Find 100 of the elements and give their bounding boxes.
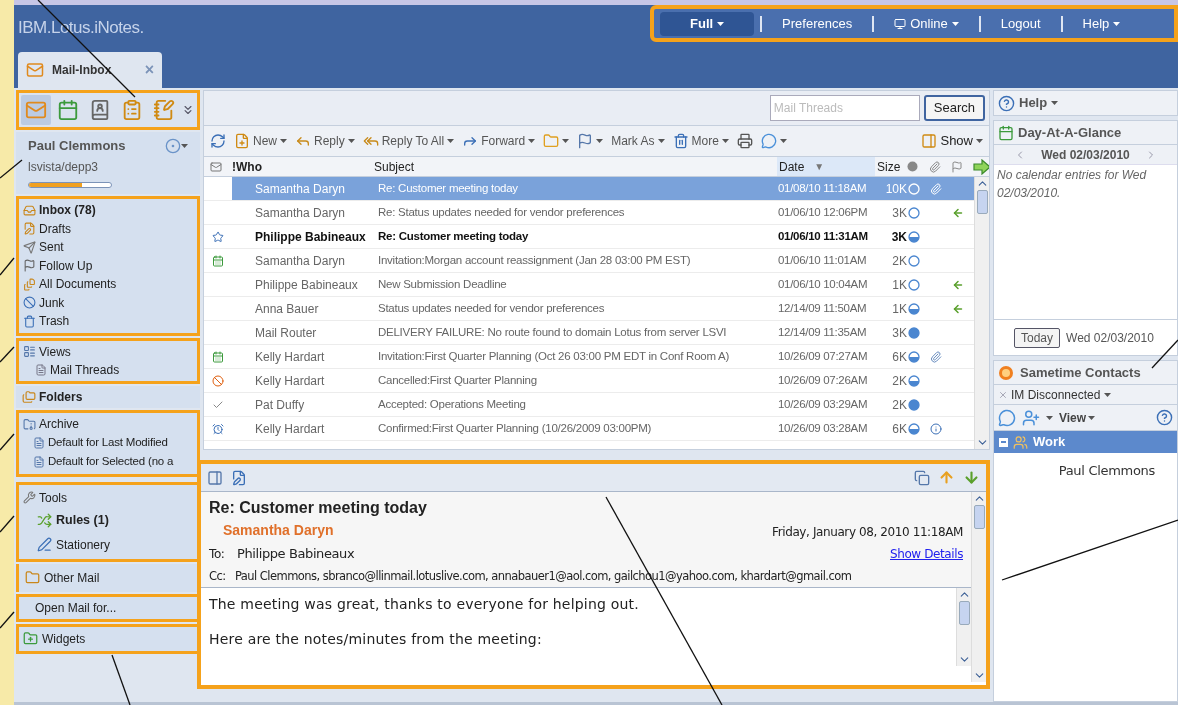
toolbar-button[interactable]: Reply <box>295 130 355 152</box>
search-button[interactable]: Search <box>923 95 985 121</box>
toolbar-button[interactable]: More <box>672 130 729 152</box>
leader-line <box>0 611 15 629</box>
tools-item[interactable]: Tools <box>23 488 193 507</box>
column-header[interactable]: Date ▼ <box>777 157 875 176</box>
archive-view-item[interactable]: Default for Last Modified <box>23 433 193 453</box>
scrollbar[interactable] <box>974 177 989 449</box>
column-header[interactable]: !Who <box>232 157 374 176</box>
view-menu[interactable]: View <box>1059 408 1096 427</box>
contact-name[interactable]: Paul Clemmons <box>994 453 1177 481</box>
subject-cell-text: Invitation:Morgan account reassignment (Jan 28 03:00 PM EST) <box>377 252 692 268</box>
contact-group[interactable]: Work <box>994 431 1177 453</box>
mail-icon <box>25 99 47 121</box>
column-header[interactable]: Size <box>875 157 907 176</box>
scroll-thumb[interactable] <box>976 190 988 214</box>
refresh-icon <box>210 133 226 149</box>
sent-icon <box>23 240 36 254</box>
status-icon[interactable] <box>165 137 181 154</box>
printer-icon <box>736 133 753 149</box>
cancelled-icon <box>212 374 224 387</box>
message-row[interactable]: Philippe Babineaux New Submission Deadline 01/06/10 10:04AM 1K <box>204 273 974 297</box>
flag-icon <box>23 259 36 273</box>
subject-cell-text: Re: Customer meeting today <box>377 180 519 196</box>
folder-item[interactable]: Follow Up <box>23 256 193 275</box>
open-mail-link[interactable]: Open Mail for... <box>35 598 117 617</box>
archive-item[interactable]: Archive <box>23 414 193 434</box>
nav-link[interactable]: Help <box>1068 11 1135 36</box>
trash-icon <box>672 133 689 149</box>
sender-cell-text: Kelly Hardart <box>254 372 326 390</box>
message-row[interactable]: Kelly Hardart Confirmed:First Quarter Planning (10/26/2009 03:00PM) 10/26/09 03:28AM 6K <box>204 417 974 441</box>
toolbar-button[interactable]: Mark As <box>611 130 665 152</box>
message-row[interactable]: Mail Router DELIVERY FAILURE: No route found to domain Lotus from server LSVI 12/14/09 11:35AM 3K <box>204 321 974 345</box>
toolbar-button[interactable]: New <box>234 130 287 152</box>
speech-bubble-icon[interactable] <box>998 408 1016 427</box>
star-icon <box>212 230 224 243</box>
expander-icon[interactable] <box>999 437 1008 447</box>
view-item[interactable]: Mail Threads <box>23 360 193 379</box>
folder-item[interactable]: Sent <box>23 238 193 257</box>
scrollbar[interactable] <box>971 492 986 682</box>
mail-button[interactable] <box>21 95 51 125</box>
folders-icon <box>22 389 36 404</box>
folder-item[interactable]: All Documents <box>23 275 193 294</box>
subject-cell-text: DELIVERY FAILURE: No route found to domain Lotus from server LSVI <box>377 324 728 340</box>
document-icon <box>33 456 45 468</box>
status-dropdown[interactable]: IM Disconnected <box>1011 385 1112 404</box>
sender-cell-text: Pat Duffy <box>254 396 306 414</box>
flag-icon <box>951 160 963 173</box>
address-book-icon <box>89 99 111 121</box>
size-cell-text: 2K <box>891 372 908 390</box>
scrollbar[interactable] <box>956 587 971 666</box>
message-row[interactable]: Philippe Babineaux Re: Customer meeting today 01/06/10 11:31AM 3K <box>204 225 974 249</box>
nav-link[interactable]: Logout <box>986 11 1055 36</box>
tab[interactable]: Mail-Inbox × <box>18 52 162 88</box>
wrench-icon <box>23 491 36 504</box>
window-icon[interactable] <box>207 469 223 486</box>
widgets-label[interactable]: Widgets <box>42 629 86 648</box>
nav-link[interactable]: Full <box>660 11 755 36</box>
more-icon[interactable] <box>181 103 195 117</box>
folder-item[interactable]: Trash <box>23 312 193 331</box>
size-cell-text: 3K <box>891 204 908 222</box>
tool-item[interactable]: Stationery <box>23 534 193 555</box>
caret-icon <box>1104 392 1112 397</box>
sametime-logo-icon <box>998 364 1014 381</box>
folder-item[interactable]: Junk <box>23 293 193 312</box>
cc-label: Cc: <box>209 567 227 585</box>
message-row[interactable]: Samantha Daryn Invitation:Morgan account reassignment (Jan 28 03:00 PM EST) 01/06/10 11:01AM 2K <box>204 249 974 273</box>
tool-item[interactable]: Rules (1) <box>23 510 193 531</box>
edit-icon[interactable] <box>231 469 247 486</box>
message-row[interactable]: Kelly Hardart Cancelled:First Quarter Planning 10/26/09 07:26AM 2K <box>204 369 974 393</box>
panel-icon <box>921 133 938 149</box>
calendar-date: Wed 02/03/2010 <box>1040 146 1131 164</box>
views-item[interactable]: Views <box>23 342 193 361</box>
search-field[interactable]: Mail Threads <box>769 95 920 121</box>
toolbar-button[interactable]: Forward <box>462 130 536 152</box>
help-icon[interactable] <box>1156 409 1173 426</box>
subject-cell-text: Invitation:First Quarter Planning (Oct 26 03:00 PM EDT in Conf Room A) <box>377 348 731 364</box>
message-row[interactable]: Samantha Daryn Re: Status updates needed for vendor preferences 01/06/10 12:06PM 3K <box>204 201 974 225</box>
folder-item[interactable]: Inbox (78) <box>23 201 193 220</box>
other-mail-header[interactable]: Other Mail <box>16 563 200 592</box>
copy-icon[interactable] <box>914 469 930 486</box>
add-contact-icon[interactable] <box>1022 408 1040 427</box>
archive-view-item[interactable]: Default for Selected (no a <box>23 452 193 472</box>
folders-header[interactable]: Folders <box>16 385 200 408</box>
message-row[interactable]: Pat Duffy Accepted: Operations Meeting 10/26/09 03:29AM 2K <box>204 393 974 417</box>
today-button[interactable]: Today <box>1014 327 1061 348</box>
toolbar-button[interactable]: Reply To All <box>362 130 455 152</box>
message-row[interactable]: Anna Bauer Status updates needed for vendor preferences 12/14/09 11:50AM 1K <box>204 297 974 321</box>
scroll-thumb[interactable] <box>973 505 985 529</box>
show-details-link[interactable]: Show Details <box>890 544 963 563</box>
nav-link[interactable]: Preferences <box>768 11 867 36</box>
folder-item[interactable]: Drafts <box>23 219 193 238</box>
nav-link[interactable]: Online <box>880 11 973 36</box>
scroll-thumb[interactable] <box>958 600 970 625</box>
leader-line <box>0 433 15 451</box>
help-header[interactable]: Help <box>993 90 1178 116</box>
message-row[interactable]: Kelly Hardart Invitation:First Quarter Planning (Oct 26 03:00 PM EDT in Conf Room A) 10/26/09 07:27AM 6K <box>204 345 974 369</box>
column-header[interactable]: Subject <box>374 157 777 176</box>
toolbar-button[interactable]: Show <box>921 130 983 152</box>
inbox-icon <box>23 203 36 217</box>
